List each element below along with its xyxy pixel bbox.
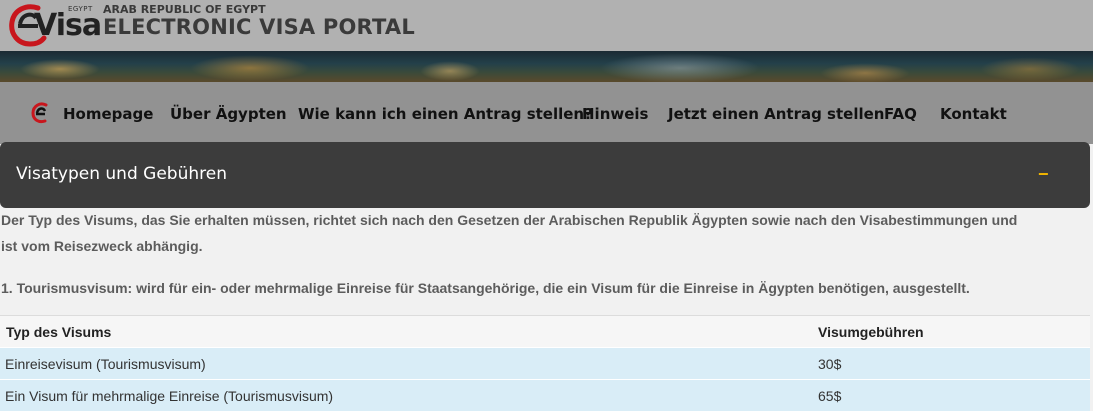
nav-apply-now[interactable]: Jetzt einen Antrag stellen: [668, 105, 884, 123]
panel-title: Visatypen und Gebühren: [16, 164, 227, 184]
visa-types-panel-header[interactable]: Visatypen und Gebühren: [0, 142, 1090, 208]
intro-text-line-2: ist vom Reisezweck abhängig.: [1, 238, 203, 254]
visa-type-cell: Ein Visum für mehrmalige Einreise (Touri…: [5, 388, 334, 404]
portal-title: ELECTRONIC VISA PORTAL: [103, 15, 415, 39]
city-night-banner: [0, 51, 1093, 82]
collapse-toggle-icon[interactable]: −: [1038, 163, 1049, 185]
site-header: EGYPT Visa ARAB REPUBLIC OF EGYPT ELECTR…: [0, 0, 1093, 51]
nav-contact[interactable]: Kontakt: [940, 105, 1007, 123]
visa-fee-cell: 30$: [818, 356, 842, 372]
logo-visa-text: Visa: [34, 8, 102, 43]
intro-text-line-1: Der Typ des Visums, das Sie erhalten müs…: [1, 212, 1018, 228]
table-row: Ein Visum für mehrmalige Einreise (Touri…: [0, 379, 1090, 411]
table-header-row: Typ des Visums Visumgebühren: [0, 315, 1090, 347]
nav-about-egypt[interactable]: Über Ägypten: [170, 105, 287, 123]
nav-homepage[interactable]: Homepage: [63, 105, 153, 123]
nav-how-to-apply[interactable]: Wie kann ich einen Antrag stellen?: [298, 105, 593, 123]
column-header-visa-type: Typ des Visums: [6, 324, 112, 340]
nav-notice[interactable]: Hinweis: [582, 105, 648, 123]
main-navigation: Homepage Über Ägypten Wie kann ich einen…: [0, 82, 1093, 144]
table-row: Einreisevisum (Tourismusvisum) 30$: [0, 347, 1090, 379]
home-logo-icon[interactable]: [30, 102, 52, 124]
visa-fee-cell: 65$: [818, 388, 842, 404]
column-header-fees: Visumgebühren: [818, 324, 924, 340]
tourism-visa-description: 1. Tourismusvisum: wird für ein- oder me…: [1, 280, 970, 296]
visa-type-cell: Einreisevisum (Tourismusvisum): [5, 356, 206, 372]
nav-faq[interactable]: FAQ: [884, 105, 917, 123]
